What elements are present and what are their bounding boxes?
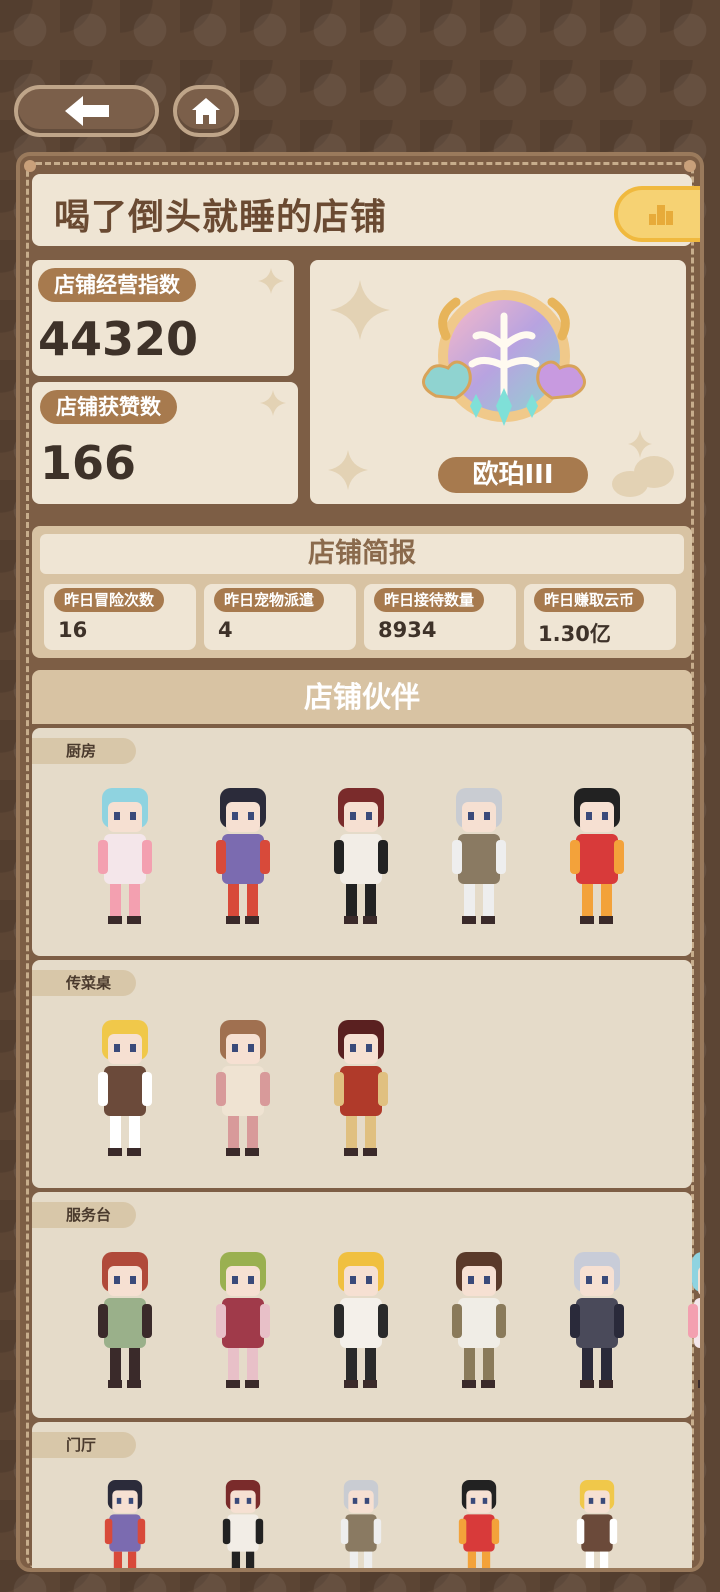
brief-item-value: 16 (58, 618, 88, 642)
sparkle-icon (328, 450, 368, 490)
sparkle-icon (260, 390, 286, 416)
partner-character[interactable] (434, 780, 524, 930)
section-service-desk: 服务台 (32, 1192, 700, 1418)
brief-item-label: 昨日冒险次数 (54, 588, 165, 612)
likes-label: 店铺获赞数 (40, 390, 177, 424)
rank-badge-card[interactable]: 欧珀III (310, 260, 686, 504)
back-button[interactable] (14, 85, 159, 137)
section-lobby: 门厅 (32, 1422, 692, 1572)
partner-character[interactable] (80, 1012, 170, 1162)
likes-card: 店铺获赞数 166 (32, 382, 298, 504)
brief-item-label: 昨日接待数量 (374, 588, 485, 612)
shop-brief: 店铺简报 昨日冒险次数 16 昨日宠物派遣 4 昨日接待数量 8934 昨日赚取… (32, 526, 692, 658)
home-icon (192, 98, 220, 124)
brief-item: 昨日冒险次数 16 (44, 584, 196, 650)
partner-character[interactable] (80, 1244, 170, 1394)
partner-character[interactable] (316, 780, 406, 930)
likes-value: 166 (40, 436, 137, 490)
brief-item-value: 4 (218, 618, 233, 642)
partner-character[interactable] (198, 1474, 288, 1572)
sparkle-icon (330, 280, 390, 340)
section-label: 门厅 (32, 1432, 136, 1458)
score-card: 店铺经营指数 44320 (32, 260, 294, 376)
section-serving-table: 传菜桌 (32, 960, 692, 1188)
partner-character[interactable] (434, 1474, 524, 1572)
home-button[interactable] (173, 85, 239, 137)
partner-character[interactable] (552, 780, 642, 930)
corner-bead (24, 160, 36, 172)
section-label: 厨房 (32, 738, 136, 764)
ranking-button[interactable] (614, 186, 700, 242)
section-label: 服务台 (32, 1202, 136, 1228)
partner-character[interactable] (552, 1474, 642, 1572)
section-label: 传菜桌 (32, 970, 136, 996)
opal-tree-badge-icon (422, 290, 586, 426)
corner-bead (684, 160, 696, 172)
score-label: 店铺经营指数 (38, 268, 196, 302)
partner-character[interactable] (198, 1012, 288, 1162)
brief-item: 昨日赚取云币 1.30亿 (524, 584, 676, 650)
coffee-bean-icon (612, 430, 674, 497)
title-bar: 喝了倒头就睡的店铺 (32, 174, 700, 246)
sparkle-icon (258, 268, 284, 294)
shop-panel: 喝了倒头就睡的店铺 店铺经营指数 44320 店铺获赞数 166 欧珀III 店… (16, 152, 704, 1572)
brief-item-value: 1.30亿 (538, 622, 611, 646)
ranking-icon (649, 205, 673, 225)
partner-character[interactable] (434, 1244, 524, 1394)
partner-character[interactable] (198, 780, 288, 930)
partner-character[interactable] (198, 1244, 288, 1394)
brief-item-label: 昨日宠物派遣 (214, 588, 325, 612)
brief-item: 昨日宠物派遣 4 (204, 584, 356, 650)
partner-character[interactable] (552, 1244, 642, 1394)
section-kitchen: 厨房 (32, 728, 692, 956)
partner-character[interactable] (80, 780, 170, 930)
brief-title: 店铺简报 (40, 534, 684, 574)
shop-title: 喝了倒头就睡的店铺 (54, 197, 388, 238)
partner-character[interactable] (316, 1474, 406, 1572)
brief-item: 昨日接待数量 8934 (364, 584, 516, 650)
score-value: 44320 (38, 312, 199, 366)
partner-character[interactable] (316, 1012, 406, 1162)
brief-item-value: 8934 (378, 618, 437, 642)
partner-character[interactable] (80, 1474, 170, 1572)
partner-character[interactable] (670, 1244, 704, 1394)
partner-character[interactable] (316, 1244, 406, 1394)
partners-title: 店铺伙伴 (32, 670, 692, 724)
badge-name: 欧珀III (438, 457, 588, 493)
back-arrow-icon (64, 96, 109, 126)
brief-item-label: 昨日赚取云币 (534, 588, 645, 612)
